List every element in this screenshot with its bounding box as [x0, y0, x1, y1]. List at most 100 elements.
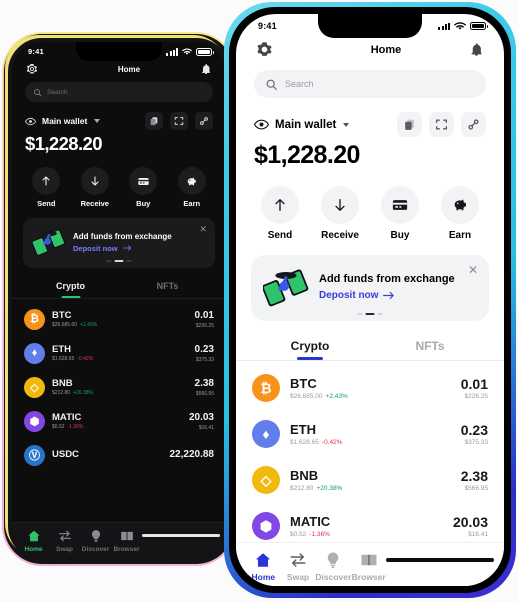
promo-banner[interactable]: Add funds from exchange Deposit now ✕ — [251, 255, 489, 321]
deposit-now-link[interactable]: Deposit now — [319, 290, 477, 301]
token-amount: 20.03 — [452, 513, 488, 530]
table-row[interactable]: ₿ BTC $26,685.00 +2.43% 0.01 $226.25 — [24, 302, 214, 336]
bottom-navigation: Home Swap Discover Browser — [12, 522, 226, 556]
gear-icon[interactable] — [256, 41, 273, 58]
lightbulb-icon — [328, 552, 339, 568]
token-amount: 0.01 — [194, 309, 214, 321]
chevron-down-icon — [94, 119, 101, 123]
gear-icon[interactable] — [26, 63, 38, 75]
nav-browser[interactable]: Browser — [351, 551, 386, 582]
buy-label: Buy — [390, 230, 410, 241]
token-change: -1.36% — [309, 531, 330, 539]
tab-underline — [158, 296, 177, 299]
nav-discover-label: Discover — [81, 546, 110, 553]
banner-dot[interactable] — [357, 313, 363, 315]
close-banner-button[interactable]: ✕ — [468, 264, 478, 276]
notch — [76, 42, 162, 61]
table-row[interactable]: ◇ BNB $212.80 +20.38% 2.38 $566.95 — [24, 370, 214, 404]
token-symbol: MATIC — [290, 513, 331, 529]
nav-browser[interactable]: Browser — [111, 529, 142, 553]
table-row[interactable]: Ⓥ USDC 22,220.88 — [24, 438, 214, 472]
light-phone-mockup: 9:41 Home Search Main wallet $1,228.20 S… — [229, 7, 511, 593]
search-input[interactable]: Search — [25, 82, 213, 102]
deposit-now-link[interactable]: Deposit now — [73, 244, 206, 253]
promo-banner-section: Add funds from exchange Deposit now ✕ — [12, 208, 226, 268]
swap-icon — [58, 530, 71, 542]
nav-discover[interactable]: Discover — [80, 529, 111, 553]
quick-actions: Send Receive Buy Earn — [12, 155, 226, 208]
nav-home-label: Home — [24, 546, 43, 553]
search-icon — [34, 88, 42, 96]
nav-swap-label: Swap — [286, 572, 310, 582]
token-symbol: BNB — [290, 467, 319, 483]
promo-banner[interactable]: Add funds from exchange Deposit now ✕ — [23, 218, 215, 268]
table-row[interactable]: ₿ BTC $26,685.00 +2.43% 0.01 $226.25 — [252, 365, 488, 411]
nav-discover[interactable]: Discover — [315, 551, 351, 582]
receive-button[interactable]: Receive — [310, 186, 370, 241]
search-section: Search — [12, 77, 226, 102]
earn-label: Earn — [183, 199, 201, 208]
earn-button[interactable]: Earn — [168, 167, 217, 208]
copy-icon — [150, 117, 158, 126]
nav-swap[interactable]: Swap — [281, 551, 316, 582]
banner-dot[interactable] — [106, 260, 112, 262]
bnb-icon: ◇ — [252, 466, 280, 494]
earn-button[interactable]: Earn — [430, 186, 490, 241]
wallet-name: Main wallet — [42, 116, 88, 126]
banner-dot-active[interactable] — [365, 313, 375, 315]
banner-pagination — [357, 313, 383, 315]
table-row[interactable]: ♦ ETH $1,628.65 -0.42% 0.23 $375.33 — [252, 411, 488, 457]
connect-button[interactable] — [195, 112, 213, 130]
quick-actions: Send Receive Buy Earn — [236, 170, 504, 241]
banner-dot-active[interactable] — [114, 260, 124, 262]
wallet-selector[interactable]: Main wallet — [254, 117, 350, 132]
light-phone-screen: 9:41 Home Search Main wallet $1,228.20 S… — [236, 14, 504, 586]
eye-icon — [254, 119, 269, 130]
banner-dot[interactable] — [126, 260, 132, 262]
home-indicator — [142, 534, 220, 537]
dark-phone-screen: 9:41 Home Search Main wallet $1,228.20 S… — [12, 42, 226, 556]
wallet-row: Main wallet — [12, 102, 226, 130]
connect-button[interactable] — [461, 112, 486, 137]
bell-icon[interactable] — [469, 42, 484, 57]
cellular-signal-icon — [166, 48, 178, 56]
copy-address-button[interactable] — [397, 112, 422, 137]
arrow-up-icon — [32, 167, 61, 195]
search-input[interactable]: Search — [254, 70, 486, 98]
token-symbol: ETH — [290, 421, 316, 437]
bell-icon[interactable] — [200, 63, 212, 75]
tab-nfts[interactable]: NFTs — [370, 339, 490, 360]
nav-swap[interactable]: Swap — [49, 529, 80, 553]
banner-dot[interactable] — [377, 313, 383, 315]
token-value: $566.95 — [464, 485, 489, 493]
tab-crypto[interactable]: Crypto — [22, 281, 119, 298]
token-change: +2.43% — [325, 393, 348, 401]
nav-home[interactable]: Home — [18, 529, 49, 553]
token-value: $16.41 — [468, 531, 488, 539]
tab-nfts[interactable]: NFTs — [119, 281, 216, 298]
close-banner-button[interactable]: ✕ — [199, 225, 207, 234]
scan-icon — [174, 117, 184, 125]
table-row[interactable]: ♦ ETH $1,628.65 -0.42% 0.23 $375.33 — [24, 336, 214, 370]
home-icon — [256, 553, 271, 567]
copy-address-button[interactable] — [145, 112, 163, 130]
send-button[interactable]: Send — [250, 186, 310, 241]
wallet-selector[interactable]: Main wallet — [25, 116, 101, 127]
tab-crypto[interactable]: Crypto — [250, 339, 370, 360]
buy-button[interactable]: Buy — [119, 167, 168, 208]
search-icon — [266, 79, 277, 90]
scan-qr-button[interactable] — [429, 112, 454, 137]
table-row[interactable]: ◇ BNB $212.80 +20.38% 2.38 $566.95 — [252, 457, 488, 503]
buy-button[interactable]: Buy — [370, 186, 430, 241]
nav-home[interactable]: Home — [246, 551, 281, 582]
scan-qr-button[interactable] — [170, 112, 188, 130]
token-amount: 22,220.88 — [169, 449, 215, 460]
wifi-icon — [182, 48, 192, 55]
receive-button[interactable]: Receive — [71, 167, 120, 208]
send-button[interactable]: Send — [22, 167, 71, 208]
link-icon — [200, 117, 208, 125]
battery-icon — [470, 22, 488, 30]
table-row[interactable]: ⬢ MATIC $0.52 -1.36% 20.03 $16.41 — [24, 404, 214, 438]
token-price: $212.80 — [290, 485, 314, 493]
wallet-balance: $1,228.20 — [254, 141, 360, 169]
